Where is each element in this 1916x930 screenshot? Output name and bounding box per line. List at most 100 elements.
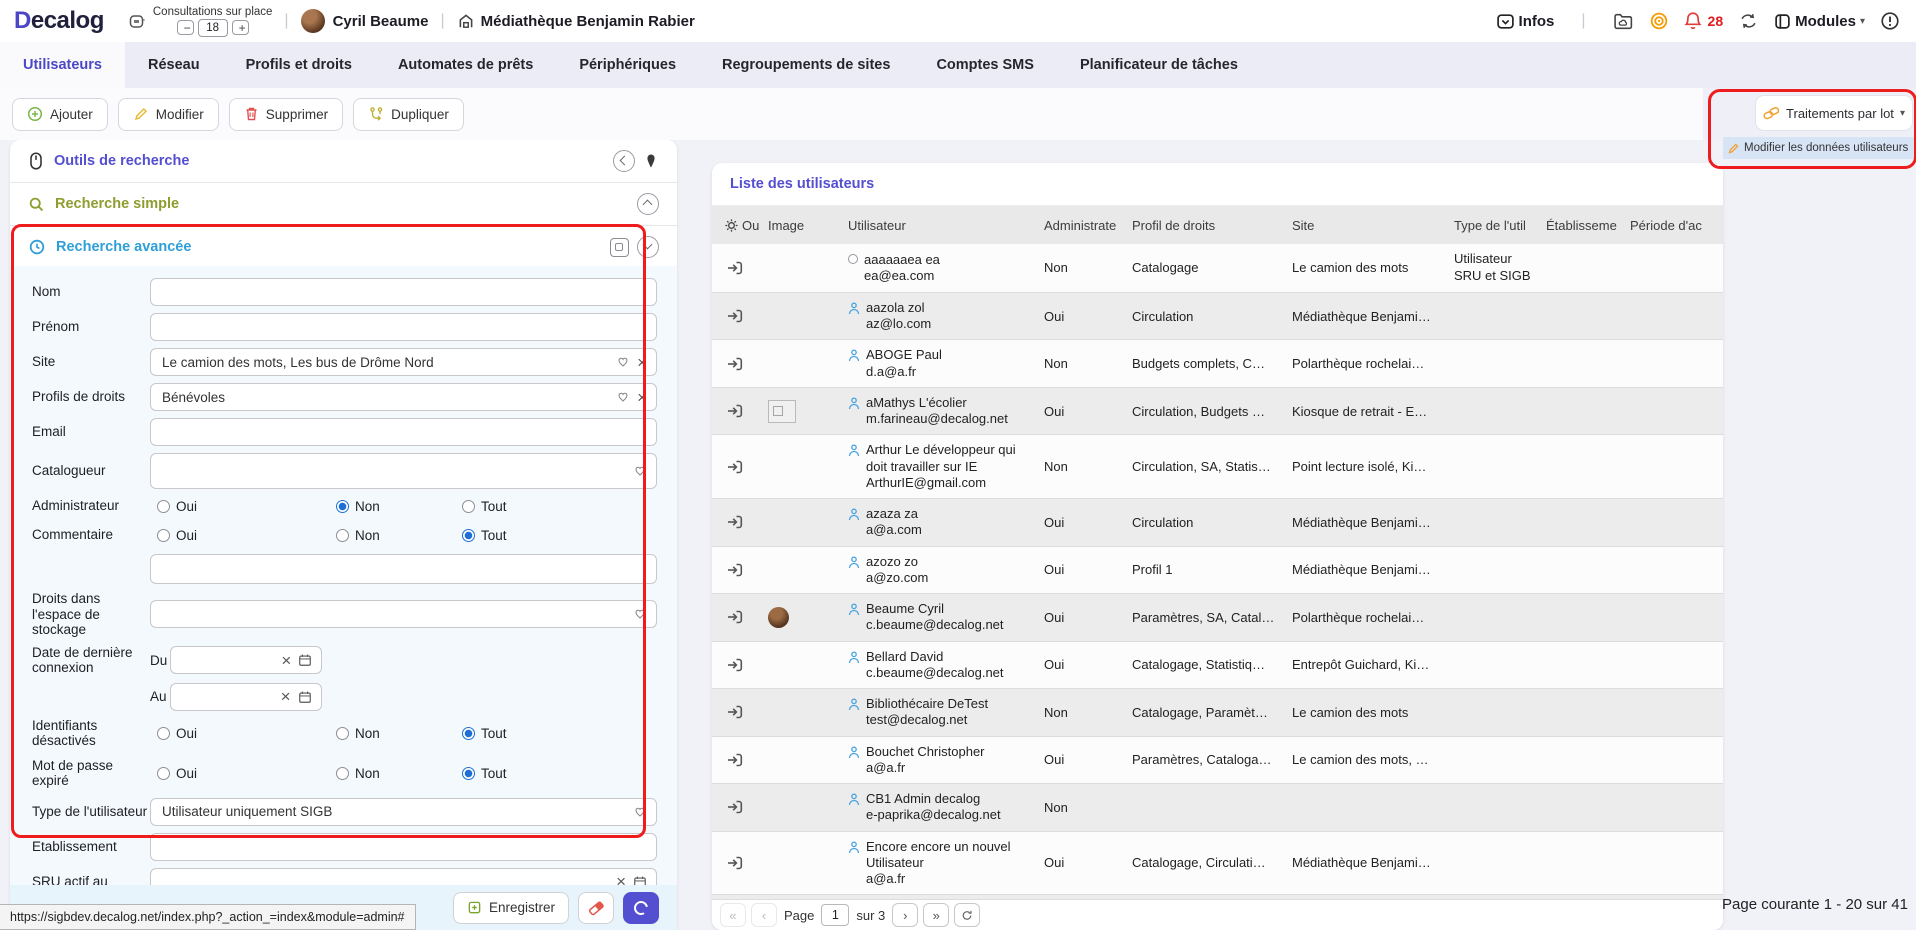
column-image[interactable]: Image (768, 218, 848, 233)
search-tools-header[interactable]: Outils de recherche (10, 140, 677, 183)
duplicate-button[interactable]: Dupliquer (353, 98, 464, 131)
radio-identifiants-tout[interactable]: Tout (462, 726, 507, 741)
batch-actions-button[interactable]: Traitements par lot ▾ (1755, 95, 1913, 131)
profils-input[interactable] (160, 389, 616, 406)
table-row[interactable]: aazola zol az@lo.com Oui Circulation Méd… (712, 292, 1723, 340)
table-row[interactable]: aaaaaaea ea ea@ea.com Non Catalogage Le … (712, 244, 1723, 292)
infos-button[interactable]: Infos (1496, 12, 1555, 31)
date-au-input[interactable] (180, 688, 281, 705)
help-icon[interactable] (1880, 11, 1900, 31)
radio-commentaire-oui[interactable]: Oui (150, 528, 336, 543)
current-user-name[interactable]: Cyril Beaume (333, 13, 429, 30)
radio-administrateur-non[interactable]: Non (336, 499, 462, 514)
radio-mdp-tout[interactable]: Tout (462, 766, 507, 781)
login-as-cell[interactable] (712, 737, 768, 783)
clear-icon[interactable]: × (637, 354, 647, 371)
etablissement-input[interactable] (160, 838, 647, 855)
email-input[interactable] (160, 424, 647, 441)
calendar-icon[interactable] (298, 653, 312, 667)
column-administrateur[interactable]: Administrate (1044, 218, 1132, 233)
prenom-input[interactable] (160, 319, 647, 336)
save-search-button[interactable]: Enregistrer (453, 892, 569, 924)
favorite-icon[interactable] (633, 464, 647, 478)
login-as-cell[interactable] (712, 784, 768, 830)
clear-icon[interactable]: × (281, 688, 291, 705)
nom-input[interactable] (160, 284, 647, 301)
modules-menu[interactable]: Modules ▾ (1774, 13, 1865, 30)
favorite-icon[interactable] (633, 607, 647, 621)
collapse-section-icon[interactable] (637, 193, 659, 215)
catalogueur-input[interactable] (160, 463, 633, 480)
collapse-panel-icon[interactable] (613, 150, 635, 172)
column-profil-droits[interactable]: Profil de droits (1132, 218, 1292, 233)
login-as-cell[interactable] (712, 293, 768, 339)
tab-profils-droits[interactable]: Profils et droits (223, 42, 375, 88)
radio-identifiants-non[interactable]: Non (336, 726, 462, 741)
favorite-icon[interactable] (616, 355, 630, 369)
batch-menu-item-edit-users[interactable]: Modifier les données utilisateurs (1723, 137, 1916, 159)
first-page-button[interactable]: « (720, 903, 746, 927)
column-site[interactable]: Site (1292, 218, 1454, 233)
login-as-cell[interactable] (712, 547, 768, 593)
table-row[interactable]: Bibliothécaire DeTest test@decalog.net N… (712, 688, 1723, 736)
delete-button[interactable]: Supprimer (229, 98, 343, 131)
table-row[interactable]: azaza za a@a.com Oui Circulation Médiath… (712, 498, 1723, 546)
edit-button[interactable]: Modifier (118, 98, 219, 131)
table-row[interactable]: aMathys L'écolier m.farineau@decalog.net… (712, 387, 1723, 435)
advanced-search-header[interactable]: Recherche avancée (10, 226, 677, 269)
table-row[interactable]: Arthur Le développeur qui doit travaille… (712, 434, 1723, 498)
table-row[interactable]: ABOGE Paul d.a@a.fr Non Budgets complets… (712, 339, 1723, 387)
table-row[interactable]: Encore encore un nouvel Utilisateur a@a.… (712, 831, 1723, 895)
tab-automates[interactable]: Automates de prêts (375, 42, 556, 88)
column-tools[interactable]: Ou (712, 218, 768, 233)
radio-commentaire-tout[interactable]: Tout (462, 528, 507, 543)
folder-cloud-icon[interactable] (1613, 12, 1634, 31)
droits-stockage-input[interactable] (160, 606, 633, 623)
login-as-cell[interactable] (712, 499, 768, 545)
switch-context-icon[interactable] (1738, 11, 1759, 31)
tab-regroupements[interactable]: Regroupements de sites (699, 42, 913, 88)
simple-search-header[interactable]: Recherche simple (10, 183, 677, 226)
favorite-icon[interactable] (616, 390, 630, 404)
page-number-input[interactable] (821, 904, 849, 926)
radio-commentaire-non[interactable]: Non (336, 528, 462, 543)
login-as-cell[interactable] (712, 642, 768, 688)
site-input[interactable] (160, 354, 616, 371)
last-page-button[interactable]: » (923, 903, 949, 927)
next-page-button[interactable]: › (892, 903, 918, 927)
table-row[interactable]: CB1 Admin decalog e-paprika@decalog.net … (712, 783, 1723, 831)
type-utilisateur-input[interactable] (160, 803, 633, 820)
prev-page-button[interactable]: ‹ (751, 903, 777, 927)
calendar-icon[interactable] (298, 690, 312, 704)
tab-planificateur[interactable]: Planificateur de tâches (1057, 42, 1261, 88)
pin-icon[interactable] (643, 153, 659, 169)
login-as-cell[interactable] (712, 388, 768, 434)
tab-reseau[interactable]: Réseau (125, 42, 223, 88)
consultations-minus-button[interactable]: − (177, 20, 194, 35)
table-row[interactable]: Bellard David c.beaume@decalog.net Oui C… (712, 641, 1723, 689)
table-row[interactable]: azozo zo a@zo.com Oui Profil 1 Médiathèq… (712, 546, 1723, 594)
favorite-icon[interactable] (633, 805, 647, 819)
login-as-cell[interactable] (712, 594, 768, 640)
clear-icon[interactable]: × (281, 652, 291, 669)
radio-mdp-oui[interactable]: Oui (150, 766, 336, 781)
table-row[interactable]: Bouchet Christopher a@a.fr Oui Paramètre… (712, 736, 1723, 784)
column-type[interactable]: Type de l'util (1454, 218, 1546, 233)
login-as-cell[interactable] (712, 840, 768, 886)
table-row[interactable]: Beaume Cyril c.beaume@decalog.net Oui Pa… (712, 593, 1723, 641)
consultations-plus-button[interactable]: + (232, 20, 249, 35)
reset-search-button[interactable] (578, 892, 614, 924)
signal-rings-icon[interactable] (1649, 11, 1669, 31)
radio-identifiants-oui[interactable]: Oui (150, 726, 336, 741)
save-template-icon[interactable] (610, 238, 629, 257)
tab-utilisateurs[interactable]: Utilisateurs (0, 42, 125, 88)
tab-comptes-sms[interactable]: Comptes SMS (913, 42, 1057, 88)
add-button[interactable]: Ajouter (12, 98, 108, 131)
refresh-button[interactable] (954, 903, 980, 927)
commentaire-input[interactable] (160, 561, 647, 578)
tab-peripheriques[interactable]: Périphériques (556, 42, 699, 88)
column-etablissement[interactable]: Établisseme (1546, 218, 1630, 233)
radio-administrateur-oui[interactable]: Oui (150, 499, 336, 514)
current-library-name[interactable]: Médiathèque Benjamin Rabier (481, 13, 695, 30)
login-as-cell[interactable] (712, 444, 768, 490)
